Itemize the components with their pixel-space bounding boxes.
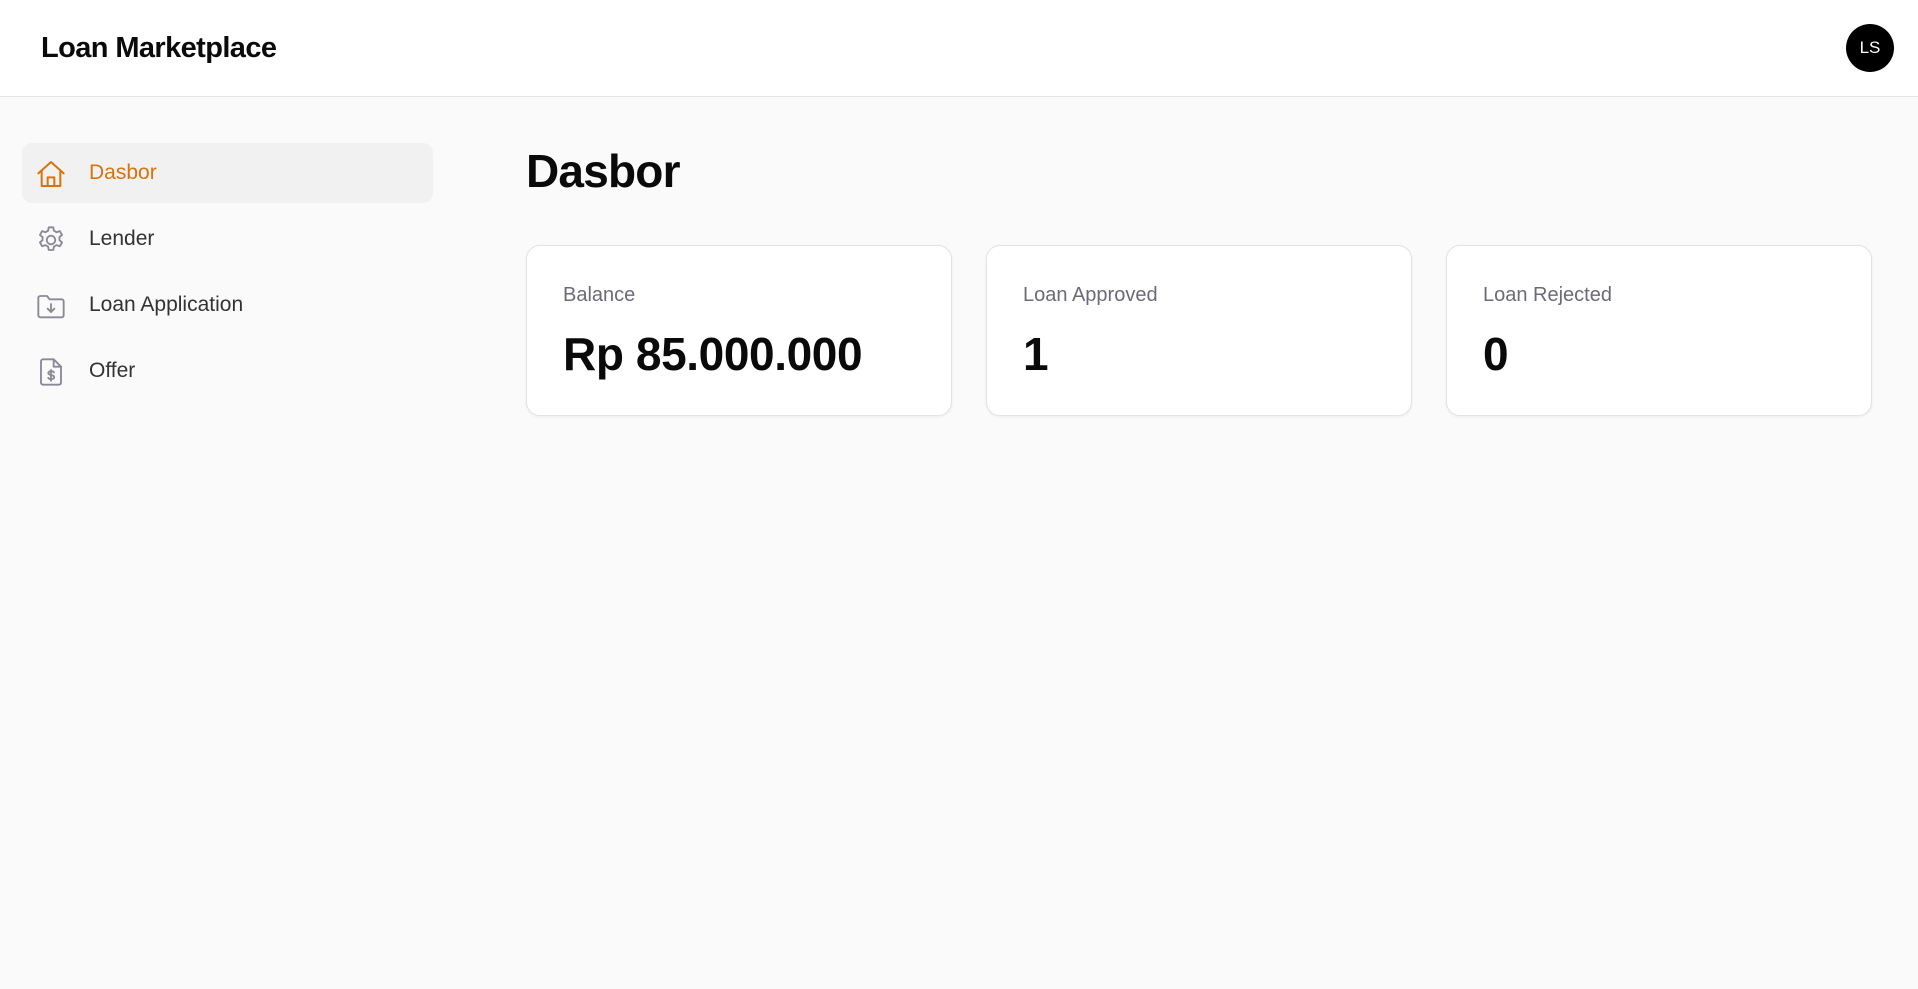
sidebar-item-label: Dasbor [89,161,157,184]
gear-icon [35,224,67,256]
card-label: Loan Approved [1023,284,1158,306]
balance-card: Balance Rp 85.000.000 [526,245,952,416]
file-dollar-icon [35,356,67,388]
app-title[interactable]: Loan Marketplace [41,29,277,67]
avatar-initials: LS [1859,38,1881,57]
user-avatar[interactable]: LS [1846,24,1894,72]
folder-download-icon [35,290,67,322]
loan-approved-card: Loan Approved 1 [986,245,1412,416]
sidebar: Dasbor Lender Loan Application Offer [22,143,433,407]
loan-rejected-card: Loan Rejected 0 [1446,245,1872,416]
card-value: 0 [1483,328,1509,380]
sidebar-item-offer[interactable]: Offer [22,341,433,401]
sidebar-item-label: Offer [89,359,136,382]
top-bar: Loan Marketplace LS [0,0,1918,97]
card-value: 1 [1023,328,1049,380]
stats-cards: Balance Rp 85.000.000 Loan Approved 1 Lo… [526,245,1873,416]
card-value: Rp 85.000.000 [563,328,863,380]
card-label: Loan Rejected [1483,284,1612,306]
sidebar-item-dasbor[interactable]: Dasbor [22,143,433,203]
sidebar-item-lender[interactable]: Lender [22,209,433,269]
home-icon [35,158,67,190]
card-label: Balance [563,284,636,306]
sidebar-item-label: Loan Application [89,293,244,316]
page-title: Dasbor [526,145,680,197]
sidebar-item-label: Lender [89,227,155,250]
sidebar-item-loan-application[interactable]: Loan Application [22,275,433,335]
